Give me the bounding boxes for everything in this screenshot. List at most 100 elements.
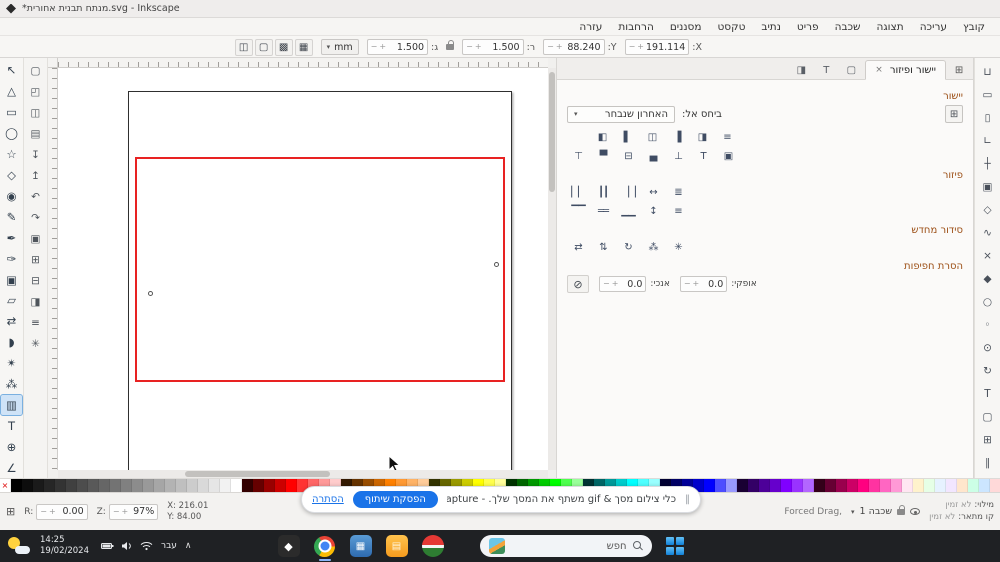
palette-swatch[interactable]	[957, 479, 968, 492]
keyboard-language-indicator[interactable]: עבר	[161, 541, 177, 551]
palette-swatch[interactable]	[165, 479, 176, 492]
wifi-icon[interactable]	[140, 541, 153, 551]
unit-dropdown[interactable]: mm ▾	[320, 39, 359, 55]
tab-fill-stroke[interactable]: ◨	[790, 62, 812, 79]
save-document-button[interactable]: ◫	[25, 102, 46, 123]
treat-as-group-toggle[interactable]: ⊞	[945, 105, 963, 123]
chrome-taskbar-icon[interactable]	[314, 535, 336, 561]
hide-link[interactable]: הסתרה	[312, 494, 344, 505]
snap-bounding-box[interactable]: ▭	[977, 83, 999, 106]
distribute-right-edges[interactable]: ▕▕	[617, 184, 639, 201]
overlap-horizontal-value[interactable]: 0.0	[701, 279, 723, 290]
height-field[interactable]: ג: − +1.500	[366, 39, 438, 55]
hidden-icons-chevron-icon[interactable]: ∧	[185, 541, 192, 551]
snap-bbox-corners[interactable]: ∟	[977, 129, 999, 152]
tab-text[interactable]: T	[815, 62, 837, 79]
y-field[interactable]: Y: − +88.240	[543, 39, 617, 55]
taskbar-clock[interactable]: 14:25 19/02/2024	[40, 535, 89, 556]
palette-swatch[interactable]	[968, 479, 979, 492]
palette-swatch[interactable]	[770, 479, 781, 492]
palette-swatch[interactable]	[726, 479, 737, 492]
fill-stroke-dialog-button[interactable]: ◨	[25, 291, 46, 312]
scrollbar-thumb[interactable]	[549, 72, 555, 192]
layer-lock-icon[interactable]	[897, 504, 906, 515]
spin-minus-icon[interactable]: −	[629, 43, 636, 51]
paint-bucket-tool[interactable]: ▣	[1, 269, 22, 290]
palette-swatch[interactable]	[22, 479, 33, 492]
palette-swatch[interactable]	[825, 479, 836, 492]
menu-item[interactable]: טקסט	[711, 20, 753, 34]
overlap-vertical-field[interactable]: אנכי: − +0.0	[599, 276, 670, 292]
align-right-edges[interactable]: ▐	[666, 129, 688, 146]
spin-plus-icon[interactable]: +	[379, 43, 386, 51]
spin-plus-icon[interactable]: +	[556, 43, 563, 51]
spin-minus-icon[interactable]: −	[466, 43, 473, 51]
box3d-tool[interactable]: ◇	[1, 165, 22, 186]
snap-bbox-edge-midpoints[interactable]: ┼	[977, 152, 999, 175]
align-top-anchor[interactable]: ⊤	[567, 148, 589, 165]
layer-selector[interactable]: שכבה 1	[860, 506, 893, 517]
palette-swatch[interactable]	[880, 479, 891, 492]
palette-swatch[interactable]	[77, 479, 88, 492]
vertical-scrollbar[interactable]	[548, 68, 556, 470]
center-vertical-axis[interactable]: ◫	[641, 129, 663, 146]
palette-swatch[interactable]	[132, 479, 143, 492]
spin-plus-icon[interactable]: +	[122, 507, 129, 516]
randomize-centers[interactable]: ⁂	[642, 239, 664, 256]
grid-icon[interactable]: ⊞	[6, 505, 15, 518]
spin-minus-icon[interactable]: −	[684, 280, 691, 288]
dropper-tool[interactable]: ◗	[1, 332, 22, 353]
palette-swatch[interactable]	[44, 479, 55, 492]
palette-swatch[interactable]	[836, 479, 847, 492]
palette-swatch[interactable]	[121, 479, 132, 492]
spin-plus-icon[interactable]: +	[475, 43, 482, 51]
menu-item[interactable]: שכבה	[828, 20, 868, 34]
zoom-control[interactable]: Z: − +97%	[97, 503, 159, 520]
stop-sharing-button[interactable]: הפסקת שיתוף	[352, 491, 438, 508]
distribute-gaps-horizontally[interactable]: ↔	[642, 184, 664, 201]
toggle-selection-box-button[interactable]: ◫	[234, 38, 253, 56]
import-button[interactable]: ↧	[25, 144, 46, 165]
palette-swatch[interactable]	[220, 479, 231, 492]
panel-menu-icon[interactable]: ⊞	[949, 62, 969, 79]
palette-swatch[interactable]	[803, 479, 814, 492]
menu-item[interactable]: נתיב	[754, 20, 788, 34]
palette-swatch[interactable]	[891, 479, 902, 492]
palette-swatch[interactable]	[792, 479, 803, 492]
snap-object-centers[interactable]: ⊙	[977, 336, 999, 359]
palette-swatch[interactable]	[253, 479, 264, 492]
y-field-value[interactable]: 88.240	[565, 42, 600, 53]
unclump-objects[interactable]: ✳	[667, 239, 689, 256]
export-button[interactable]: ↥	[25, 165, 46, 186]
align-bottom-anchor[interactable]: ⊥	[667, 148, 689, 165]
ellipse-tool[interactable]: ◯	[1, 123, 22, 144]
x-field-value[interactable]: 191.114	[646, 42, 685, 53]
node-marker[interactable]	[148, 291, 153, 296]
spin-minus-icon[interactable]: −	[547, 43, 554, 51]
distribute-top-edges[interactable]: ▔▔	[567, 203, 589, 220]
palette-swatch[interactable]	[209, 479, 220, 492]
selector-tool[interactable]: ↖	[1, 60, 22, 81]
rectangle-tool[interactable]: ▭	[1, 102, 22, 123]
remove-overlaps-button[interactable]: ⊘	[567, 275, 589, 293]
palette-swatch[interactable]	[759, 479, 770, 492]
weather-widget-icon[interactable]	[6, 535, 30, 557]
palette-swatch[interactable]	[88, 479, 99, 492]
rotation-control[interactable]: R: − +0.00	[24, 503, 88, 520]
battery-icon[interactable]	[101, 541, 114, 551]
distribute-left-edges[interactable]: ▏▏	[567, 184, 589, 201]
windows-start-button[interactable]	[665, 537, 684, 555]
menu-item[interactable]: עריכה	[913, 20, 954, 34]
align-text-horizontal[interactable]: ≡	[716, 129, 738, 146]
menu-item[interactable]: תצוגה	[870, 20, 911, 34]
palette-swatch[interactable]	[231, 479, 242, 492]
snap-text-baselines[interactable]: T	[977, 382, 999, 405]
undo-button[interactable]: ↶	[25, 186, 46, 207]
star-tool[interactable]: ☆	[1, 144, 22, 165]
redo-button[interactable]: ↷	[25, 207, 46, 228]
spin-minus-icon[interactable]: −	[113, 507, 120, 516]
center-on-page[interactable]: ▣	[717, 148, 739, 165]
align-top-edges[interactable]: ▀	[592, 148, 614, 165]
menu-item[interactable]: קובץ	[956, 20, 992, 34]
menu-item[interactable]: מסננים	[663, 20, 709, 34]
